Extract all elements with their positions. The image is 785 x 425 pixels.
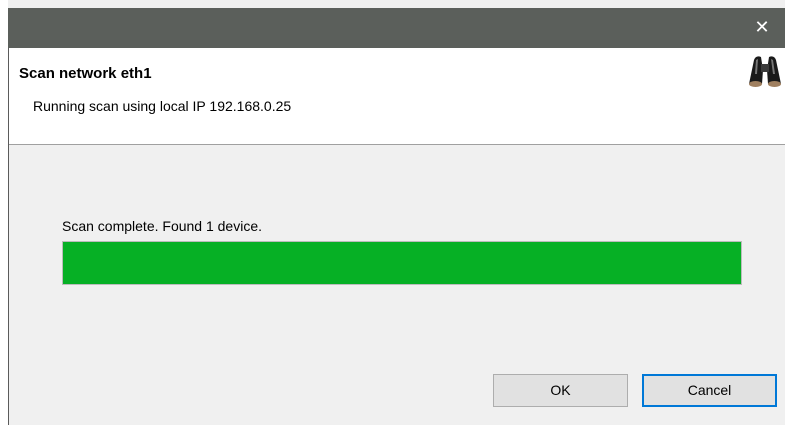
- cancel-button[interactable]: Cancel: [642, 374, 777, 407]
- progress-fill: [63, 242, 741, 284]
- binoculars-icon: [749, 56, 781, 87]
- close-icon: ✕: [754, 17, 770, 38]
- header-panel: Scan network eth1 Running scan using loc…: [9, 48, 785, 145]
- scan-dialog: ✕ Scan network eth1 Running scan using l…: [0, 0, 785, 425]
- close-button[interactable]: ✕: [739, 8, 785, 48]
- window-frame-edge: [0, 0, 8, 425]
- title-bar[interactable]: ✕: [8, 8, 785, 48]
- ok-button[interactable]: OK: [493, 374, 628, 407]
- dialog-title: Scan network eth1: [19, 65, 152, 82]
- scan-status-text: Scan complete. Found 1 device.: [62, 218, 263, 234]
- scan-progress-bar: [62, 241, 742, 285]
- dialog-subtitle: Running scan using local IP 192.168.0.25: [33, 98, 292, 114]
